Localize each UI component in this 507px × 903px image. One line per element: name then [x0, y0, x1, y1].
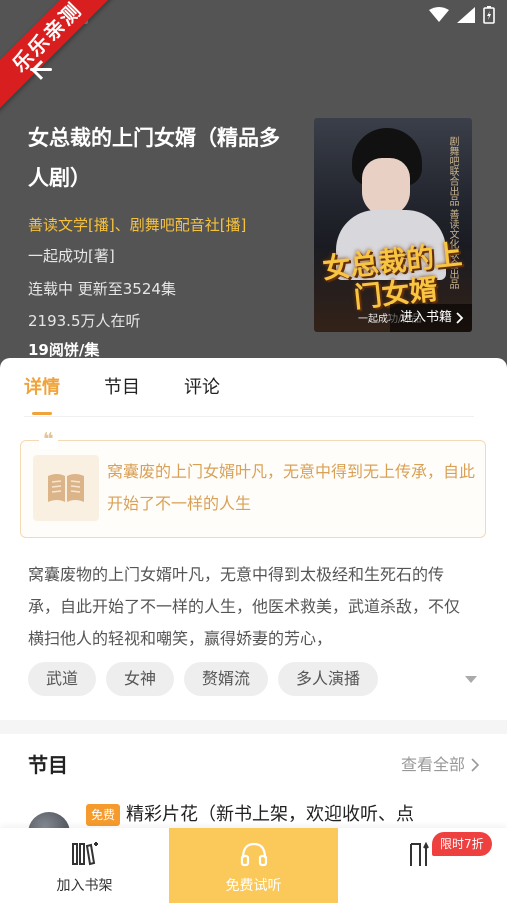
serial-status: 连载中 更新至3524集: [28, 280, 176, 298]
narrators-link[interactable]: 善读文学[播]、剧舞吧配音社[播]: [28, 212, 246, 238]
free-listen-label: 免费试听: [225, 878, 282, 894]
add-to-shelf-button[interactable]: 加入书架: [0, 828, 169, 903]
bookshelf-icon: [71, 842, 98, 866]
summary-short: 窝囊废的上门女婿叶凡，无意中得到无上传承，自此开始了不一样的人生: [107, 462, 476, 513]
back-button[interactable]: [26, 54, 56, 84]
tag-list: 武道 女神 赘婿流 多人演播: [28, 662, 379, 696]
tab-comments[interactable]: 评论: [184, 374, 220, 402]
add-to-shelf-label: 加入书架: [56, 878, 113, 894]
book-title: 女总裁的上门女婿（精品多人剧）: [28, 126, 280, 190]
tag-item[interactable]: 多人演播: [278, 662, 379, 696]
programs-title: 节目: [28, 753, 68, 777]
wifi-icon: [429, 7, 449, 22]
book-open-icon: [33, 455, 99, 521]
chevron-right-icon: [456, 312, 464, 324]
tab-bar: 详情 节目 评论: [24, 374, 220, 415]
book-cover[interactable]: 剧舞吧联合出品 善读文化联合出品 女总裁的上门女婿 一起成功/作品 进入书籍: [314, 118, 472, 332]
tag-item[interactable]: 赘婿流: [184, 662, 269, 696]
detail-card: 详情 节目 评论 ❝ 窝囊废的上门女婿叶凡，无意中得到无上传承，自此开始了不一样…: [0, 358, 507, 903]
limited-discount-badge: 限时7折: [432, 832, 492, 856]
summary-quote-box: ❝ 窝囊废的上门女婿叶凡，无意中得到无上传承，自此开始了不一样的人生: [20, 431, 486, 538]
see-all-label: 查看全部: [400, 755, 465, 774]
status-icons: [429, 6, 495, 24]
book-header: 乐乐亲测 女总裁的上门女婿（精品多人剧） 善读文学[播]、剧舞吧配音社[播] 一…: [0, 0, 507, 380]
signal-icon: [457, 7, 475, 23]
author-link[interactable]: 一起成功[著]: [28, 243, 115, 269]
tab-programs[interactable]: 节目: [104, 374, 140, 402]
see-all-link[interactable]: 查看全部: [401, 752, 479, 778]
section-gap: [0, 720, 507, 734]
expand-down-icon[interactable]: [465, 676, 477, 683]
tab-details[interactable]: 详情: [24, 374, 60, 415]
listener-count: 2193.5万人在听: [28, 312, 141, 330]
enter-book-button[interactable]: 进入书籍: [389, 304, 472, 332]
headphones-icon: [240, 842, 267, 867]
quote-icon: ❝: [39, 431, 58, 449]
battery-icon: [483, 6, 495, 24]
tag-item[interactable]: 女神: [106, 662, 175, 696]
episode-title: 精彩片花（新书上架，欢迎收听、点: [126, 804, 414, 825]
enter-book-label: 进入书籍: [399, 310, 452, 325]
free-listen-button[interactable]: 免费试听: [169, 828, 338, 903]
bottom-action-bar: 加入书架 免费试听: [0, 828, 507, 903]
divider: [24, 416, 474, 417]
tag-item[interactable]: 武道: [28, 662, 97, 696]
chevron-right-icon: [471, 758, 479, 772]
summary-full: 窝囊废物的上门女婿叶凡，无意中得到太极经和生死石的传承，自此开始了不一样的人生，…: [28, 565, 461, 648]
free-badge: 免费: [86, 804, 121, 826]
